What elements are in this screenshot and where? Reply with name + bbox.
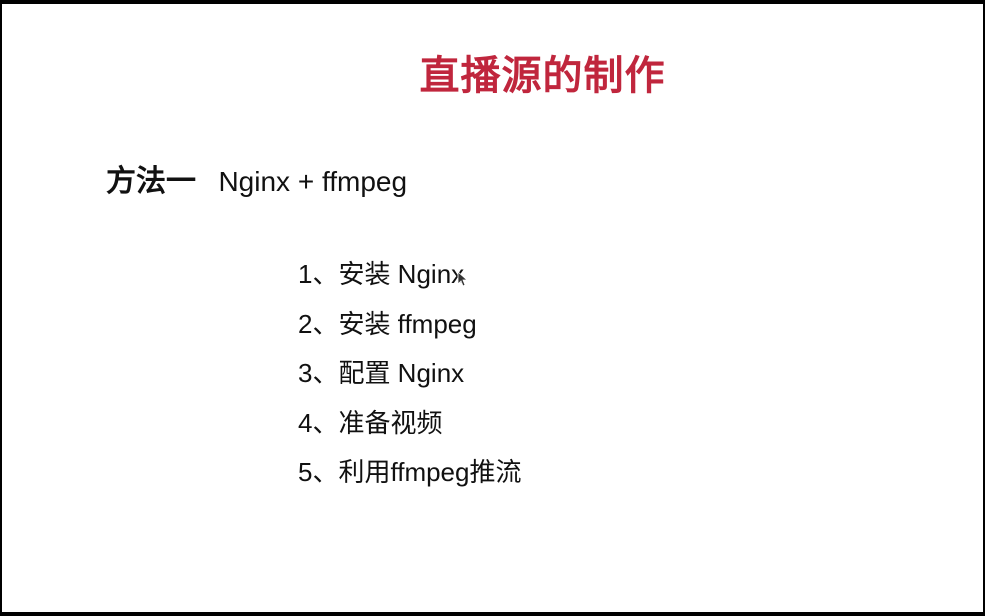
steps-list: 1、安装 Nginx 2、安装 ffmpeg 3、配置 Nginx 4、准备视频… bbox=[298, 250, 521, 498]
step-item-1: 1、安装 Nginx bbox=[298, 259, 465, 289]
step-item-4: 4、准备视频 bbox=[298, 407, 443, 438]
step-item-3: 3、配置 Nginx bbox=[298, 358, 465, 388]
method-description: Nginx + ffmpeg bbox=[218, 166, 408, 197]
step-item-2: 2、安装 ffmpeg bbox=[298, 308, 477, 339]
slide-title: 直播源的制作 bbox=[419, 53, 666, 99]
method-label: 方法一 bbox=[106, 164, 196, 199]
step-item-5: 5、利用ffmpeg推流 bbox=[298, 457, 522, 487]
method-heading: 方法一 Nginx + ffmpeg bbox=[106, 162, 407, 202]
mouse-pointer-icon bbox=[457, 271, 467, 287]
slide: 直播源的制作 方法一 Nginx + ffmpeg 1、安装 Nginx 2、安… bbox=[2, 4, 983, 612]
